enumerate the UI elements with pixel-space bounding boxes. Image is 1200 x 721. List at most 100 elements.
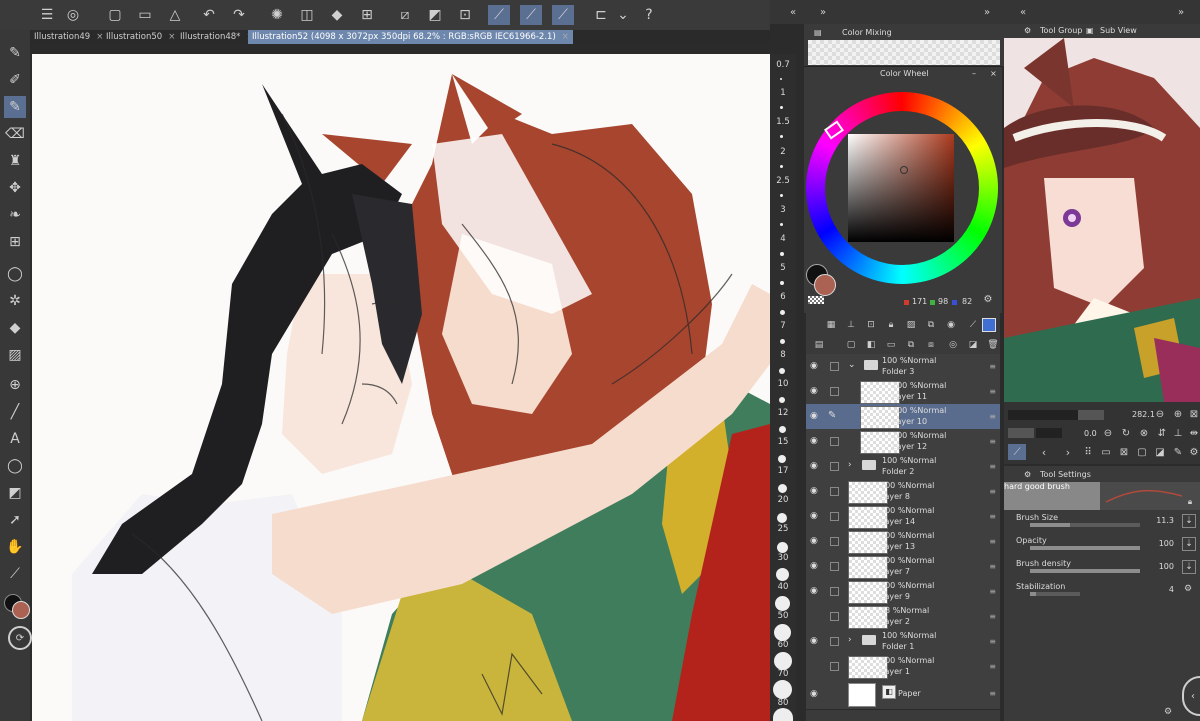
- eye-icon[interactable]: ◉: [810, 361, 820, 371]
- tab-illustration52[interactable]: Illustration52 (4098 x 3072px 350dpi 68.…: [248, 30, 573, 44]
- layer-drag-handle-icon[interactable]: ≡: [989, 412, 996, 421]
- airbrush-icon[interactable]: ♜: [4, 150, 26, 172]
- eye-icon[interactable]: ◉: [810, 486, 820, 496]
- lock-icon[interactable]: 🔒︎: [884, 318, 898, 332]
- new-folder-icon[interactable]: ▭: [884, 338, 898, 352]
- reset-rotation-icon[interactable]: ⊗: [1138, 427, 1150, 439]
- deselect-icon[interactable]: ⧄: [394, 5, 416, 25]
- brush-size-option[interactable]: 1.5: [770, 117, 796, 127]
- layer-drag-handle-icon[interactable]: ≡: [989, 662, 996, 671]
- fit-icon[interactable]: ⊠: [1188, 408, 1200, 420]
- snap-grid-icon[interactable]: ⟋: [552, 5, 574, 25]
- text-icon[interactable]: A: [4, 428, 26, 450]
- brush-size-option[interactable]: 25: [770, 524, 796, 534]
- eye-icon[interactable]: ◉: [810, 561, 820, 571]
- zoom-in-icon[interactable]: ⊕: [1172, 408, 1184, 420]
- menu-icon[interactable]: ☰: [36, 5, 58, 25]
- flip-horizontal-icon[interactable]: ⇵: [1156, 427, 1168, 439]
- brush-size-option[interactable]: 17: [770, 466, 796, 476]
- image-menu-icon[interactable]: ◪: [1154, 446, 1166, 458]
- redo-icon[interactable]: ↷: [228, 5, 250, 25]
- collapse-left-icon[interactable]: «: [1016, 5, 1030, 19]
- tool-property-icon[interactable]: ⚙: [1162, 706, 1174, 718]
- layer-checkbox[interactable]: [830, 637, 839, 646]
- tab-illustration48[interactable]: Illustration48*×: [176, 30, 258, 44]
- balloon-icon[interactable]: ◯: [4, 455, 26, 477]
- layer-drag-handle-icon[interactable]: ≡: [989, 562, 996, 571]
- brush-size-option[interactable]: 10: [770, 379, 796, 389]
- layer-checkbox[interactable]: [830, 462, 839, 471]
- snap-ruler-icon[interactable]: ⟋: [488, 5, 510, 25]
- sub-color-swatch[interactable]: [12, 601, 30, 619]
- brush-size-option[interactable]: 12: [770, 408, 796, 418]
- flip-icon[interactable]: ⇹: [1188, 427, 1200, 439]
- brush-preview[interactable]: hard good brush 🔒︎: [1004, 482, 1200, 510]
- clear-icon[interactable]: ◫: [296, 5, 318, 25]
- rotate-right-icon[interactable]: ↻: [1120, 427, 1132, 439]
- delete-layer-icon[interactable]: 🗑︎: [986, 338, 1000, 352]
- reference-icon[interactable]: ◉: [944, 318, 958, 332]
- invert-selection-icon[interactable]: ◩: [424, 5, 446, 25]
- eyedropper-icon[interactable]: ⟋: [1008, 444, 1026, 460]
- prev-image-icon[interactable]: ‹: [1038, 446, 1050, 459]
- stabilization-settings-icon[interactable]: ⚙: [1182, 583, 1194, 595]
- sub-view-panel[interactable]: [1004, 38, 1200, 402]
- saturation-value-square[interactable]: [848, 134, 954, 242]
- fill-bucket-icon[interactable]: ◆: [4, 317, 26, 339]
- eye-icon[interactable]: ◉: [810, 461, 820, 471]
- brush-size-option[interactable]: 2: [770, 147, 796, 157]
- draft-icon[interactable]: ⟋: [966, 318, 980, 332]
- layer-icon-1[interactable]: ▦: [824, 318, 838, 332]
- loading-icon[interactable]: ✺: [266, 5, 288, 25]
- brush-size-option[interactable]: 6: [770, 292, 796, 302]
- pencil-icon[interactable]: ✐: [4, 69, 26, 91]
- layer-row-layer-13[interactable]: ◉ 100 %Normal Layer 13 ≡: [806, 529, 1000, 555]
- layer-checkbox[interactable]: [830, 387, 839, 396]
- stabilization-slider[interactable]: [1030, 592, 1080, 596]
- layer-checkbox[interactable]: [830, 437, 839, 446]
- layer-drag-handle-icon[interactable]: ≡: [989, 612, 996, 621]
- object-icon[interactable]: ➚: [4, 509, 26, 531]
- brush-density-slider[interactable]: [1030, 569, 1140, 573]
- layer-drag-handle-icon[interactable]: ≡: [989, 437, 996, 446]
- tab-illustration49[interactable]: Illustration49 ×: [30, 30, 107, 44]
- lock-transparency-icon[interactable]: ▨: [904, 318, 918, 332]
- crop-icon[interactable]: ⊡: [454, 5, 476, 25]
- eraser-icon[interactable]: ⌫: [4, 123, 26, 145]
- layer-checkbox[interactable]: [830, 562, 839, 571]
- layer-row-layer-8[interactable]: ◉ 100 %Normal Layer 8 ≡: [806, 479, 1000, 505]
- layer-row-folder-3[interactable]: ◉ ⌄ 100 %Normal Folder 3 ≡: [806, 354, 1000, 380]
- auto-select-icon[interactable]: ✲: [4, 290, 26, 312]
- layer-row-layer-10[interactable]: ◉ ✎ 100 %Normal Layer 10 ≡: [806, 404, 1000, 430]
- transform-icon[interactable]: ⊞: [356, 5, 378, 25]
- brush-size-option[interactable]: 80: [770, 698, 796, 708]
- brush-size-option[interactable]: 30: [770, 553, 796, 563]
- open-image-icon[interactable]: ▭: [1100, 446, 1112, 458]
- save-icon[interactable]: △: [164, 5, 186, 25]
- close-icon[interactable]: ×: [990, 67, 997, 81]
- gradient-icon[interactable]: ▨: [4, 344, 26, 366]
- sub-color-swatch[interactable]: [814, 274, 836, 296]
- flip-vertical-icon[interactable]: ⊥: [1172, 427, 1184, 439]
- brush-size-option[interactable]: 1: [770, 88, 796, 98]
- chevron-down-icon[interactable]: ⌄: [848, 360, 856, 370]
- copy-layer-icon[interactable]: ⧈: [924, 338, 938, 352]
- layer-drag-handle-icon[interactable]: ≡: [989, 689, 996, 698]
- new-file-icon[interactable]: ▢: [104, 5, 126, 25]
- clipping-icon[interactable]: ⧉: [924, 318, 938, 332]
- help-icon[interactable]: ?: [638, 5, 660, 25]
- chevron-right-icon[interactable]: ›: [848, 460, 852, 470]
- brush-size-option[interactable]: 15: [770, 437, 796, 447]
- tab-illustration50[interactable]: Illustration50 ×: [102, 30, 179, 44]
- brush-size-option[interactable]: 40: [770, 582, 796, 592]
- color-cursor[interactable]: [900, 166, 908, 174]
- thumbnail-grid-icon[interactable]: ⠿: [1082, 446, 1094, 458]
- eye-icon[interactable]: ◉: [810, 689, 820, 699]
- layer-row-layer-1[interactable]: 100 %Normal Layer 1 ≡: [806, 654, 1000, 680]
- new-vector-layer-icon[interactable]: ◧: [864, 338, 878, 352]
- chevron-right-icon[interactable]: ›: [848, 635, 852, 645]
- layer-palette-icon[interactable]: ▤: [812, 338, 826, 352]
- opacity-pressure-icon[interactable]: ⇣: [1182, 537, 1196, 551]
- layer-checkbox[interactable]: [830, 512, 839, 521]
- frame-icon[interactable]: ◩: [4, 482, 26, 504]
